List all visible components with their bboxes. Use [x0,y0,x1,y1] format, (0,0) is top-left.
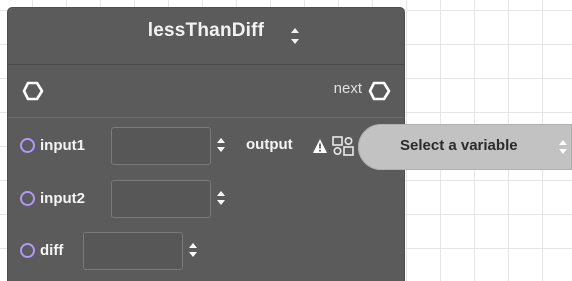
input1-port-icon[interactable] [20,138,35,153]
updown-caret-icon[interactable] [290,24,300,48]
exec-in-icon[interactable] [22,80,44,102]
next-label: next [333,80,362,97]
input2-label: input2 [40,190,85,207]
variable-select-label: Select a variable [400,137,518,154]
input-port-row: input2 [8,180,238,222]
input-port-row: input1 [8,127,238,169]
exec-out-icon[interactable] [368,80,392,102]
exec-flow-row: next [8,72,404,112]
input2-port-icon[interactable] [20,191,35,206]
diff-stepper-icon[interactable] [188,239,198,261]
output-label: output [246,136,293,153]
input1-label: input1 [40,137,85,154]
input-port-row: diff [8,232,238,274]
updown-caret-icon[interactable] [558,136,568,158]
input1-stepper-icon[interactable] [216,134,226,156]
input2-field[interactable] [111,180,211,218]
diff-port-icon[interactable] [20,243,35,258]
variable-icon[interactable] [332,136,354,156]
variable-select[interactable]: Select a variable [358,124,572,170]
warning-icon [313,139,327,153]
node-header[interactable]: lessThanDiff [8,8,404,65]
input2-stepper-icon[interactable] [216,187,226,209]
node-divider [8,117,404,118]
input1-field[interactable] [111,127,211,165]
diff-label: diff [40,242,64,259]
diff-field[interactable] [83,232,183,270]
node-title: lessThanDiff [147,20,265,41]
node-card[interactable]: lessThanDiff next input1 input2 diff out… [8,8,404,281]
